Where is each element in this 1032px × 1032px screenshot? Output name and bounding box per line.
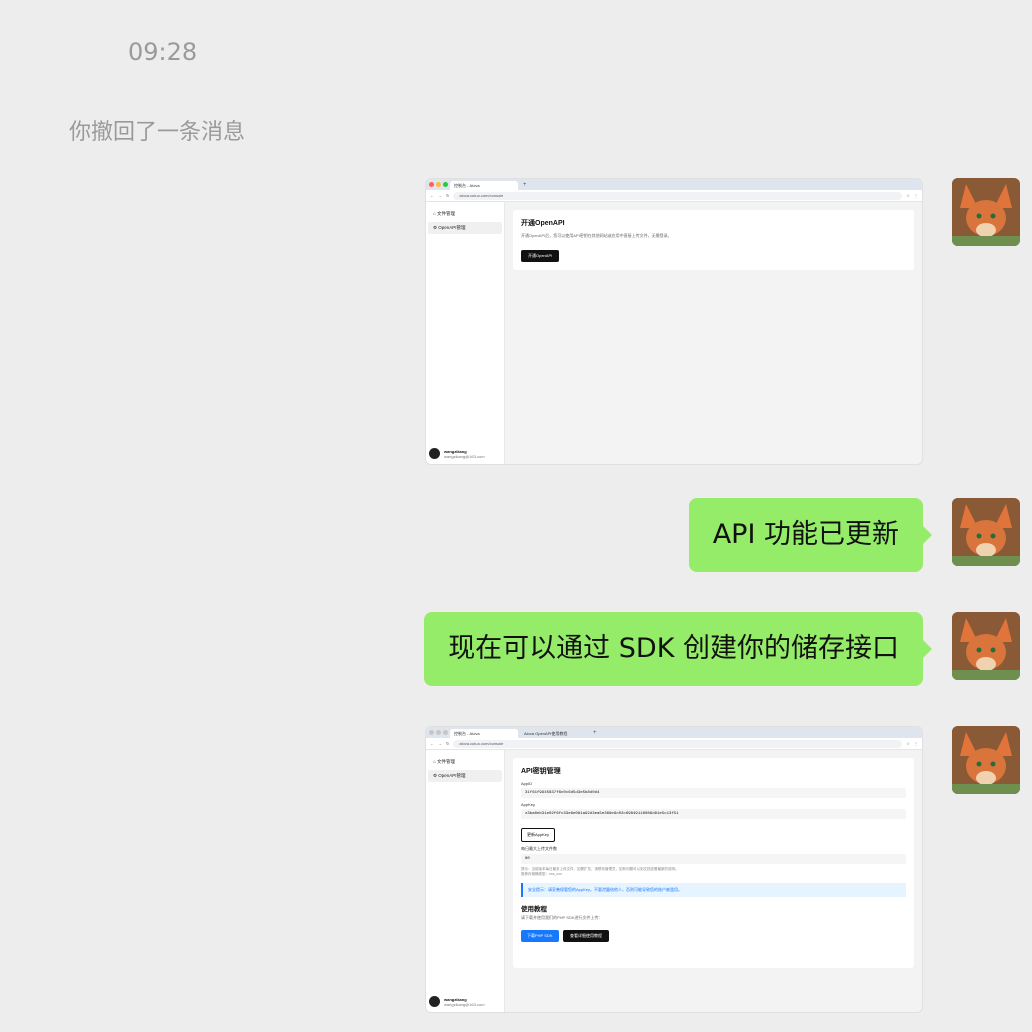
browser-tabs: 控制台 - Alova + <box>426 179 922 190</box>
appid-field[interactable]: 31f61f9945837f6c0c6d5d3e5b8d0d4 <box>521 788 906 798</box>
star-icon[interactable]: ☆ <box>906 193 910 198</box>
view-tutorial-button[interactable]: 查看详细使用教程 <box>562 930 609 942</box>
user-avatar <box>429 448 440 459</box>
api-key-card: API密钥管理 AppID 31f61f9945837f6c0c6d5d3e5b… <box>513 758 914 968</box>
image-message-api-keys[interactable]: 控制台 - Alova Alova OpenAPI使用教程 + ← → ↻ al… <box>425 726 923 1013</box>
address-bar[interactable]: alova.cutuo.com/console <box>453 191 903 200</box>
user-email: wangzikang@163.com <box>444 1001 485 1007</box>
close-window-icon[interactable] <box>429 182 434 187</box>
star-icon[interactable]: ☆ <box>906 741 910 746</box>
sidebar-item-label: OpenAPI管理 <box>438 225 466 230</box>
new-tab-icon[interactable]: + <box>593 730 597 736</box>
download-sdk-button[interactable]: 下载PHP SDK <box>521 930 559 942</box>
upload-limit-field[interactable]: 80 <box>521 854 906 864</box>
sidebar: ⌂ 文件管理 ⚙ OpenAPI管理 wangzikang wangzikang@… <box>426 202 505 464</box>
app-layout: ⌂ 文件管理 ⚙ OpenAPI管理 wangzikang wangzikang@… <box>426 202 922 464</box>
maximize-window-icon[interactable] <box>443 730 448 735</box>
forward-icon[interactable]: → <box>438 741 442 746</box>
menu-icon[interactable]: ⋮ <box>914 193 918 198</box>
forward-icon[interactable]: → <box>438 193 442 198</box>
new-tab-icon[interactable]: + <box>523 182 527 188</box>
user-profile[interactable]: wangzikang wangzikang@163.com <box>429 996 485 1007</box>
avatar[interactable] <box>952 612 1020 680</box>
address-bar[interactable]: alova.cutuo.com/console <box>453 739 903 748</box>
browser-toolbar: ← → ↻ alova.cutuo.com/console ☆ ⋮ <box>426 190 922 202</box>
hint-text: 推荐存储桶类型：oss_cos <box>521 872 562 876</box>
upload-limit-label: 每日最大上传文件数 <box>521 846 557 851</box>
sidebar-item-label: OpenAPI管理 <box>438 773 466 778</box>
card-title: 开通OpenAPI <box>521 220 565 227</box>
sidebar-item-openapi[interactable]: ⚙ OpenAPI管理 <box>428 222 502 234</box>
main-content: 开通OpenAPI 开通OpenAPI后，您可以使用API密钥在其他网站或应用中… <box>505 202 922 464</box>
menu-icon[interactable]: ⋮ <box>914 741 918 746</box>
recall-notice: 你撤回了一条消息 <box>69 120 246 145</box>
message-bubble[interactable]: API 功能已更新 <box>688 498 933 572</box>
close-window-icon[interactable] <box>429 730 434 735</box>
card-title: API密钥管理 <box>521 768 561 775</box>
user-profile[interactable]: wangzikang wangzikang@163.com <box>429 448 485 459</box>
reload-icon[interactable]: ↻ <box>446 193 449 198</box>
image-message-openapi[interactable]: 控制台 - Alova + ← → ↻ alova.cutuo.com/cons… <box>425 178 923 465</box>
security-notice: 安全提示：请妥善保管您的AppKey，不要泄露给他人，否则可能导致您的账户被滥用… <box>521 883 906 897</box>
browser-toolbar: ← → ↻ alova.cutuo.com/console ☆ ⋮ <box>426 738 922 750</box>
tutorial-title: 使用教程 <box>521 906 547 913</box>
user-email: wangzikang@163.com <box>444 453 485 459</box>
browser-tab[interactable]: 控制台 - Alova <box>450 181 518 190</box>
back-icon[interactable]: ← <box>430 193 434 198</box>
card-description: 开通OpenAPI后，您可以使用API密钥在其他网站或应用中直接上传文件，无需登… <box>521 233 672 238</box>
openapi-card: 开通OpenAPI 开通OpenAPI后，您可以使用API密钥在其他网站或应用中… <box>513 210 914 270</box>
minimize-window-icon[interactable] <box>436 730 441 735</box>
appkey-field[interactable]: z3ba0eb31e02f6fc33e6e081a92d3ea5e369e9c0… <box>521 809 906 819</box>
appid-label: AppID <box>521 781 533 786</box>
sidebar-item-label: 文件管理 <box>436 211 455 216</box>
minimize-window-icon[interactable] <box>436 182 441 187</box>
tutorial-description: 请下载并使用我们的PHP SDK进行文件上传： <box>521 915 603 920</box>
sidebar: ⌂ 文件管理 ⚙ OpenAPI管理 wangzikang wangzikang@… <box>426 750 505 1012</box>
sidebar-item-files[interactable]: ⌂ 文件管理 <box>428 208 502 220</box>
reload-icon[interactable]: ↻ <box>446 741 449 746</box>
sidebar-item-files[interactable]: ⌂ 文件管理 <box>428 756 502 768</box>
maximize-window-icon[interactable] <box>443 182 448 187</box>
user-avatar <box>429 996 440 1007</box>
app-layout: ⌂ 文件管理 ⚙ OpenAPI管理 wangzikang wangzikang@… <box>426 750 922 1012</box>
browser-tabs: 控制台 - Alova Alova OpenAPI使用教程 + <box>426 727 922 738</box>
update-appkey-button[interactable]: 更新AppKey <box>521 828 556 842</box>
enable-openapi-button[interactable]: 开通OpenAPI <box>521 250 560 262</box>
sidebar-item-label: 文件管理 <box>436 759 455 764</box>
chat-timestamp: 09:28 <box>128 38 198 66</box>
back-icon[interactable]: ← <box>430 741 434 746</box>
sidebar-item-openapi[interactable]: ⚙ OpenAPI管理 <box>428 770 502 782</box>
message-bubble[interactable]: 现在可以通过 SDK 创建你的储存接口 <box>424 612 932 686</box>
browser-tab[interactable]: Alova OpenAPI使用教程 <box>520 729 588 738</box>
browser-tab[interactable]: 控制台 - Alova <box>450 729 518 738</box>
main-content: API密钥管理 AppID 31f61f9945837f6c0c6d5d3e5b… <box>505 750 922 1012</box>
avatar[interactable] <box>952 178 1020 246</box>
appkey-label: AppKey <box>521 802 536 807</box>
avatar[interactable] <box>952 726 1020 794</box>
avatar[interactable] <box>952 498 1020 566</box>
